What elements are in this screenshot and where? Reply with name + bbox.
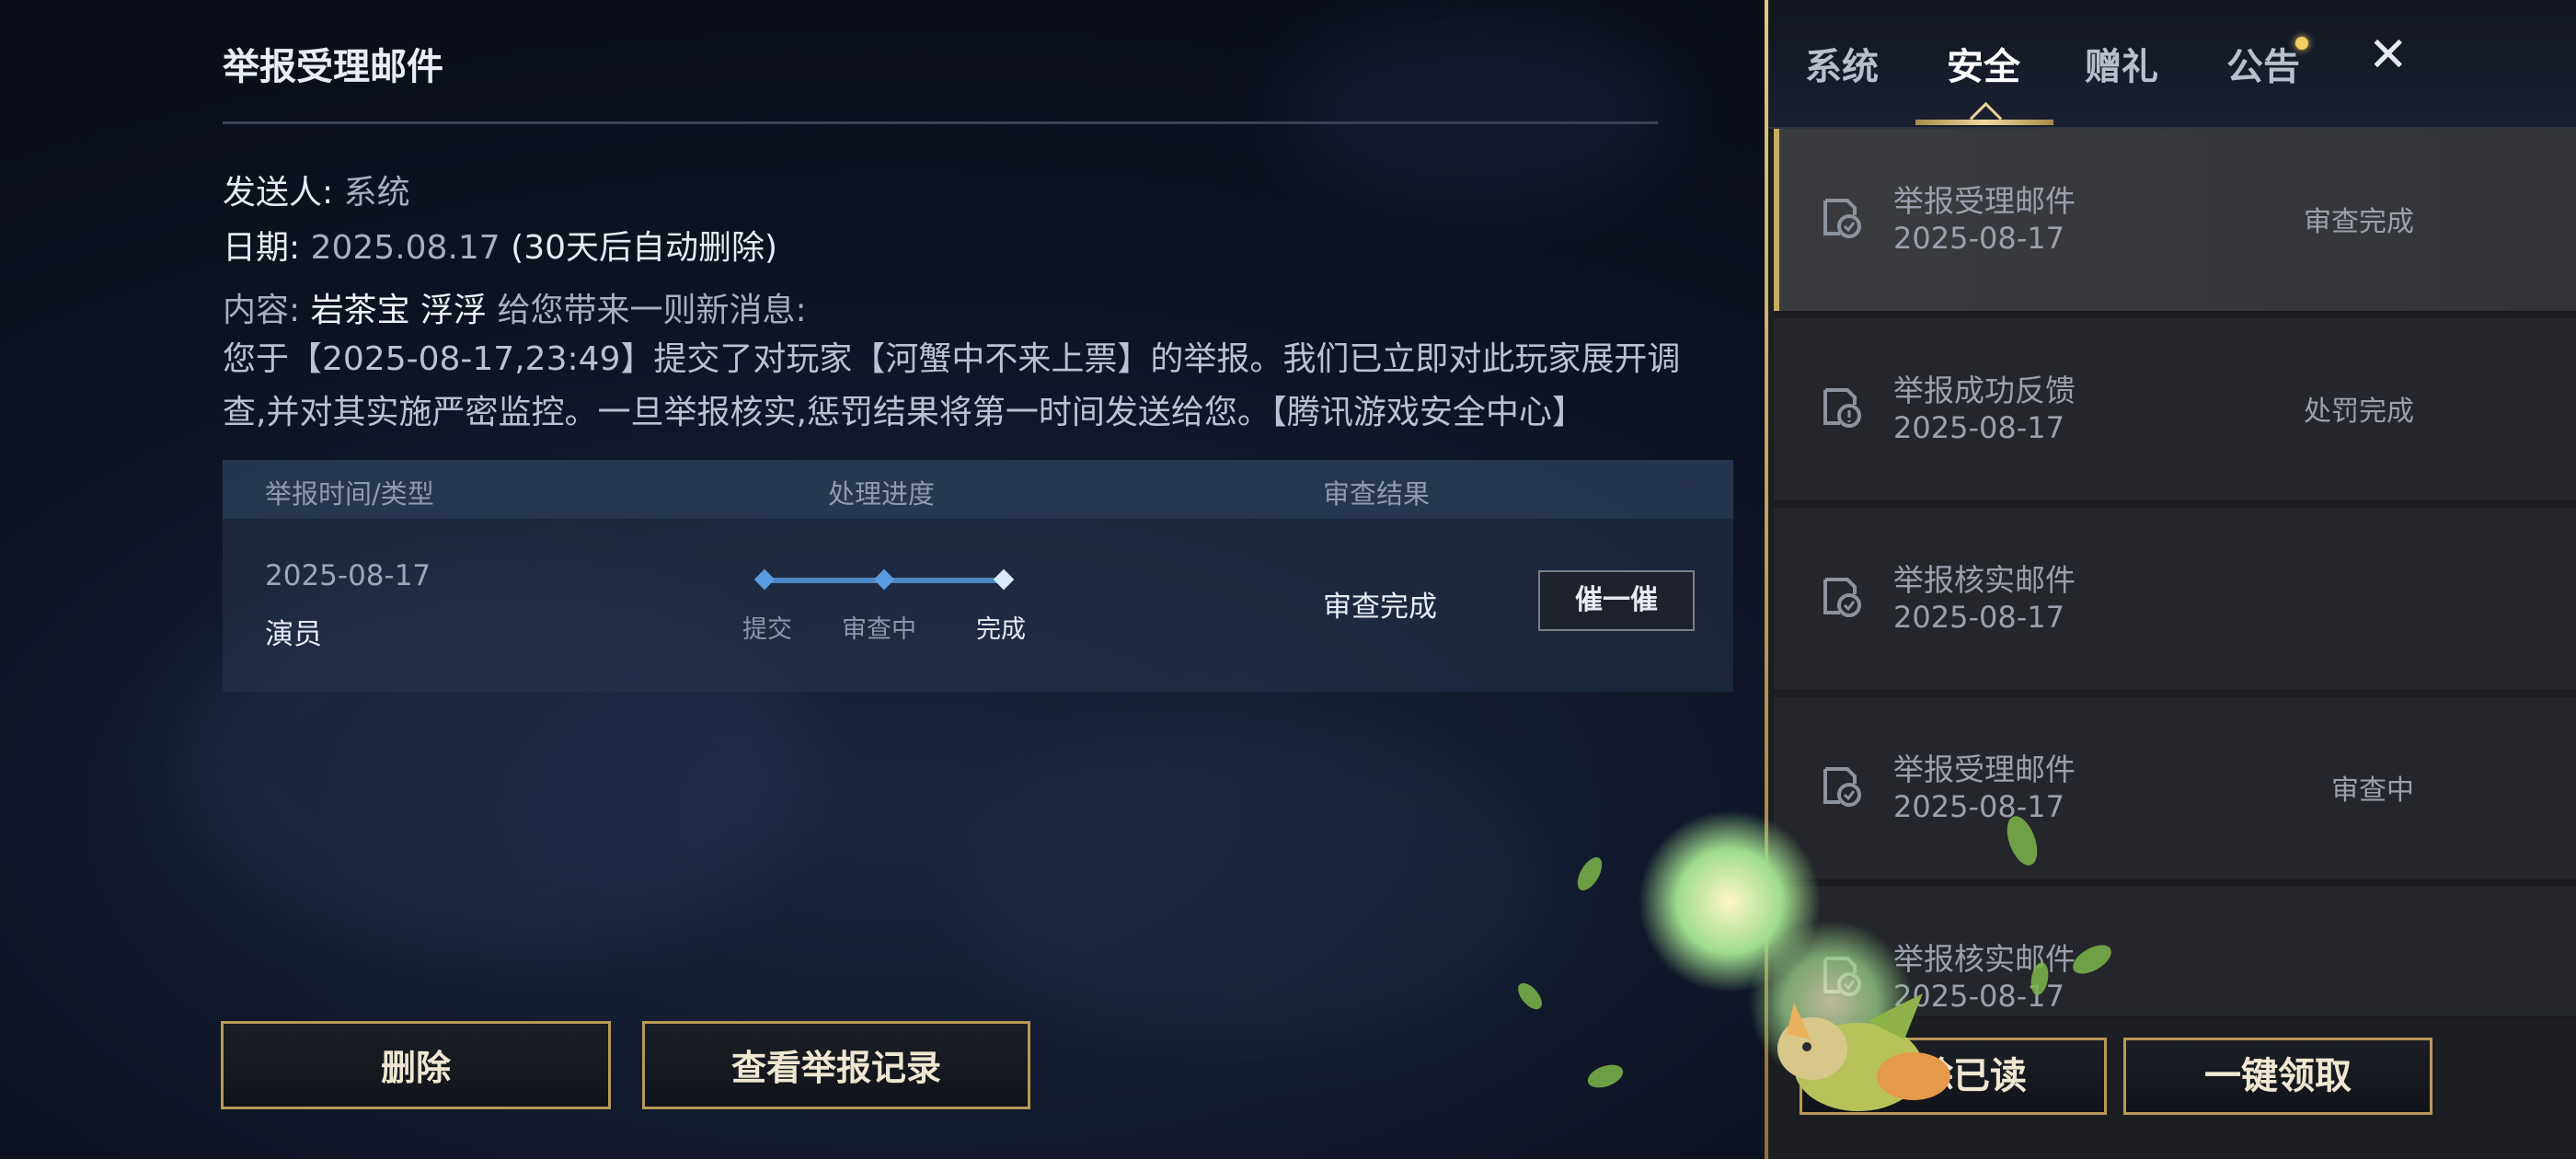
delete-button[interactable]: 删除 [221,1021,611,1109]
sender-label: 发送人: [223,174,334,212]
progress-step-label: 提交 [742,615,792,644]
tab-gifts[interactable]: 赠礼 [2085,37,2158,90]
mail-subject: 举报受理邮件 [1893,752,2076,787]
progress-step-dot [993,568,1015,591]
progress-step-label: 审查中 [842,615,916,644]
mail-date: 2025-08-17 [1893,410,2064,445]
report-date: 2025-08-17 [265,559,431,592]
content-names: 岩茶宝 浮浮 [310,292,488,329]
mascot-character-icon [1777,993,1950,1111]
mail-detail-panel: 举报受理邮件 发送人: 系统 日期: 2025.08.17 (30天后自动删除)… [0,0,1765,1159]
mail-subject: 举报受理邮件 [1893,183,2076,219]
close-button[interactable]: ✕ [2368,28,2409,83]
view-report-records-button[interactable]: 查看举报记录 [642,1021,1030,1109]
tab-bar: 系统 安全 赠礼 公告 ✕ [1768,0,2576,135]
tab-security[interactable]: 安全 [1947,37,2020,90]
report-table: 举报时间/类型 处理进度 审查结果 2025-08-17 演员 提交 审查中 完… [223,460,1733,692]
date-label: 日期: [223,229,301,267]
report-result: 审查完成 [1323,591,1437,624]
progress-step-dot [753,568,776,591]
progress-step-dot [873,568,895,591]
content-label: 内容: [223,292,301,329]
date-line: 日期: 2025.08.17 (30天后自动删除) [223,221,777,269]
report-type: 演员 [265,618,322,651]
date-note: (30天后自动删除) [511,229,778,267]
mail-date: 2025-08-17 [1893,789,2064,824]
mail-date: 2025-08-17 [1893,600,2064,635]
mail-subject: 举报成功反馈 [1893,373,2076,408]
mail-check-icon [1823,578,1861,617]
mail-list-item[interactable]: 举报核实邮件 2025-08-17 [1774,508,2576,692]
selected-indicator [1774,129,1779,311]
content-tail: 给您带来一则新消息: [497,292,807,329]
mail-status: 处罚完成 [2304,396,2414,428]
mail-subject: 举报核实邮件 [1893,562,2076,598]
header-result: 审查结果 [1323,478,1431,510]
date-value: 2025.08.17 [310,229,500,267]
table-header: 举报时间/类型 处理进度 审查结果 [223,460,1733,519]
mail-status: 审查中 [2331,775,2414,807]
mail-list-item[interactable]: 举报受理邮件 2025-08-17 审查中 [1774,697,2576,881]
sender-line: 发送人: 系统 [223,166,410,213]
mail-title: 举报受理邮件 [223,46,443,88]
mail-list-item[interactable]: 举报成功反馈 2025-08-17 处罚完成 [1774,318,2576,502]
urge-button[interactable]: 催一催 [1538,570,1695,631]
header-progress: 处理进度 [828,478,936,510]
mail-alert-icon [1823,388,1861,428]
mail-status: 审查完成 [2304,206,2414,238]
active-tab-underline [1915,120,2053,125]
tab-system[interactable]: 系统 [1805,37,1879,90]
header-time-type: 举报时间/类型 [265,478,434,510]
tab-announcements[interactable]: 公告 [2226,37,2300,90]
mail-body: 您于【2025-08-17,23:49】提交了对玩家【河蟹中不来上票】的举报。我… [223,340,1681,431]
mail-list-item[interactable]: 举报受理邮件 2025-08-17 审查完成 [1774,129,2576,313]
progress-step-label: 完成 [976,615,1026,644]
title-divider [223,121,1658,124]
mail-check-icon [1823,199,1861,238]
claim-all-button[interactable]: 一键领取 [2123,1038,2432,1115]
progress-tracker: 提交 审查中 完成 [742,563,1046,646]
content-line: 内容: 岩茶宝 浮浮 给您带来一则新消息: [223,283,807,331]
mail-date: 2025-08-17 [1893,221,2064,256]
notification-dot [2295,37,2308,50]
sender-value: 系统 [343,174,410,212]
mail-check-icon [1823,767,1861,807]
